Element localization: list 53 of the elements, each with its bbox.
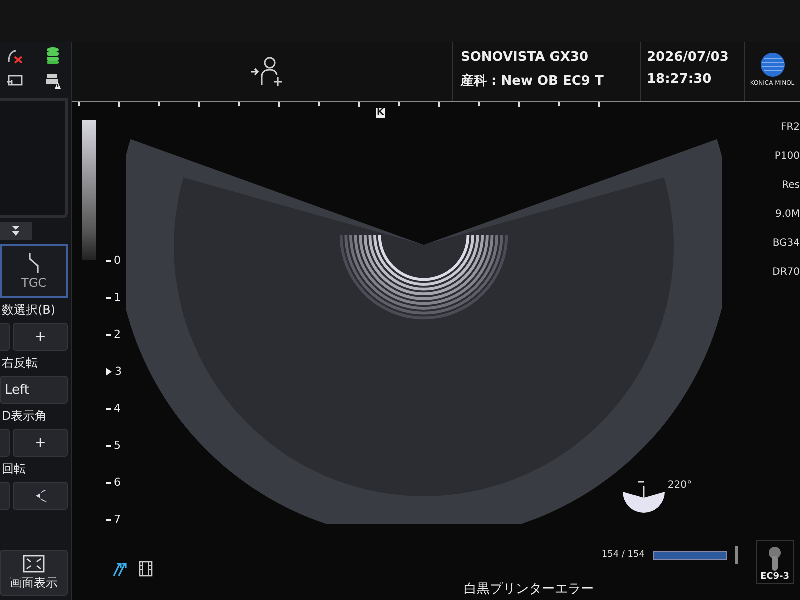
plus-button[interactable]: +: [13, 429, 68, 457]
add-patient-icon[interactable]: [250, 56, 284, 86]
frame-counter: 154 / 154: [602, 550, 645, 560]
depth-tick: [106, 518, 111, 521]
parameter-value: Res: [782, 180, 800, 191]
tgc-button[interactable]: TGC: [0, 244, 68, 298]
preset-name: 産科 : New OB EC9 T: [461, 72, 605, 90]
ruler-marker: K: [376, 108, 385, 118]
film-icon[interactable]: [138, 561, 154, 577]
printer-warning-icon[interactable]: [45, 72, 61, 90]
depth-label: 6: [114, 476, 121, 490]
logo-icon: [760, 52, 786, 78]
date-text: 2026/07/03: [647, 50, 730, 65]
control-label: 回転: [1, 461, 27, 478]
probe-error-icon[interactable]: [6, 48, 24, 64]
depth-label: 7: [114, 513, 121, 526]
status-message: 白黒プリンターエラー: [464, 581, 594, 599]
time-text: 18:27:30: [647, 72, 713, 87]
plus-button[interactable]: +: [13, 323, 68, 351]
depth-tick: [106, 408, 111, 410]
depth-label: 2: [114, 328, 121, 342]
depth-label: 0: [114, 254, 121, 268]
parameter-value: DR70: [772, 267, 800, 278]
system-name: SONOVISTA GX30: [461, 50, 590, 65]
control-label: 右反転: [1, 355, 39, 372]
probe-icon: [768, 546, 782, 572]
depth-label: 5: [114, 439, 121, 452]
depth-label: 3: [115, 365, 122, 378]
cine-handle[interactable]: [735, 546, 738, 564]
fullscreen-button[interactable]: 画面表示: [0, 550, 68, 596]
expand-icon: [23, 554, 45, 572]
expand-button[interactable]: [0, 222, 32, 240]
depth-tick: [106, 296, 111, 299]
parameter-value: FR2: [780, 122, 800, 133]
parameter-value: P100: [774, 151, 800, 162]
depth-tick: [106, 482, 111, 484]
depth-label: 4: [114, 402, 121, 416]
double-chevron-down-icon: [11, 225, 21, 237]
arrows-icon[interactable]: [112, 561, 128, 577]
depth-tick: [106, 444, 111, 447]
database-icon[interactable]: [46, 46, 60, 64]
depth-tick: [106, 260, 111, 262]
depth-label: 1: [114, 291, 121, 304]
parameter-value: BG34: [772, 238, 800, 249]
depth-tick: [106, 334, 111, 336]
parameter-value: 9.0M: [775, 209, 800, 220]
tgc-curve-icon: [27, 252, 41, 274]
direction-button[interactable]: Left: [0, 376, 68, 404]
control-label: D表示角: [1, 408, 48, 425]
control-label: 数選択(B): [1, 302, 57, 319]
monitor-plug-icon[interactable]: [6, 74, 24, 88]
angle-reading: 220°: [668, 480, 692, 491]
probe-button[interactable]: EC9-3: [756, 540, 794, 584]
